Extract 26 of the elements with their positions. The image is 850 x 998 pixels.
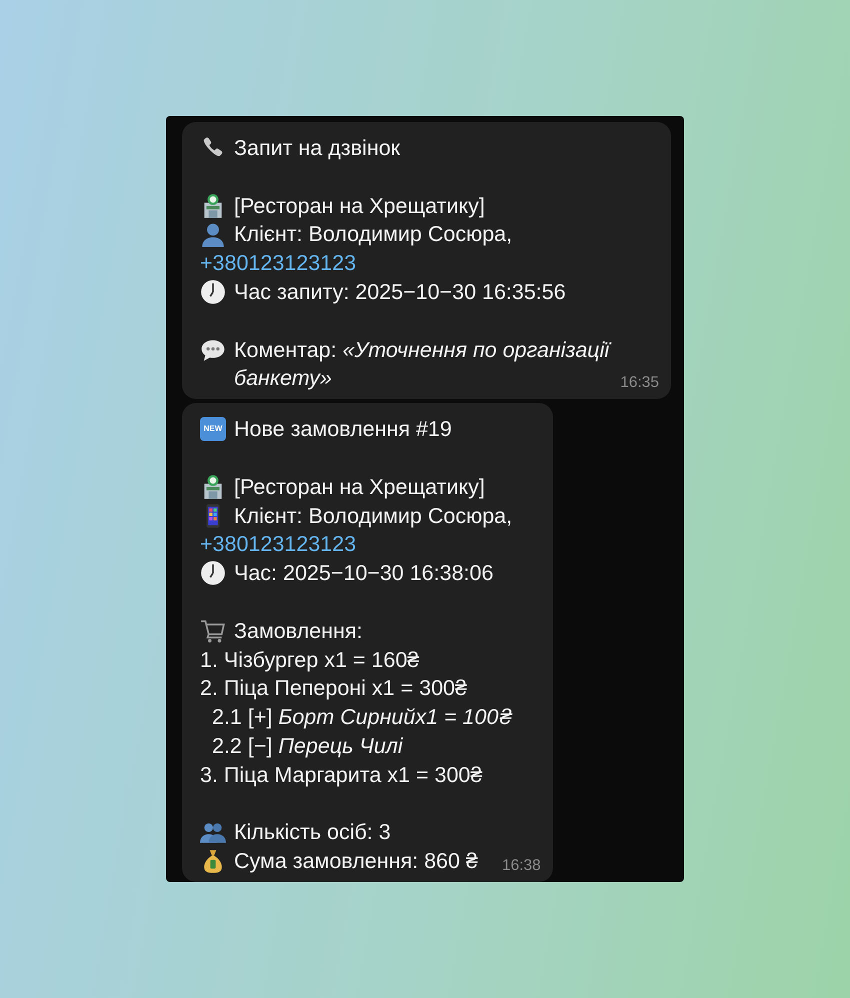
phone-link[interactable]: +380123123123 <box>200 530 356 560</box>
message-line: Час запиту: 2025−10−30 16:35:56 <box>234 278 566 306</box>
order-item: 1. Чізбургер x1 = 160₴ <box>200 646 420 674</box>
message-title: Нове замовлення #19 <box>234 416 452 444</box>
message-line: Кількість осіб: 3 <box>234 819 391 846</box>
order-option: 2.2 [−] Перець Чилі <box>212 732 403 761</box>
person-icon <box>200 221 226 248</box>
message-title: Запит на дзвінок <box>234 135 400 162</box>
message-line: [Ресторан на Хрещатику] <box>234 192 485 220</box>
message-line: Час: 2025−10−30 16:38:06 <box>234 560 494 588</box>
order-option: 2.1 [+] Борт Сирнийx1 = 100₴ <box>212 703 513 732</box>
shopping-cart-icon <box>200 618 226 644</box>
message-line: Сума замовлення: 860 ₴ <box>234 848 478 876</box>
message-line: Замовлення: <box>234 618 362 645</box>
new-badge: NEW <box>200 417 226 442</box>
message-line: Клієнт: Володимир Сосюра, <box>234 502 512 530</box>
clock-icon <box>200 560 226 586</box>
phone-link[interactable]: +380123123123 <box>200 249 356 278</box>
message-time: 16:38 <box>502 856 541 876</box>
order-item: 2. Піца Пепероні x1 = 300₴ <box>200 675 467 702</box>
message-time: 16:35 <box>620 373 659 394</box>
message-line: Клієнт: Володимир Сосюра, <box>234 221 512 248</box>
clock-icon <box>200 278 226 305</box>
order-item: 3. Піца Маргарита x1 = 300₴ <box>200 762 482 789</box>
message-line: Коментар: «Уточнення по організації банкету» <box>234 336 612 392</box>
message-line: [Ресторан на Хрещатику] <box>234 474 485 501</box>
